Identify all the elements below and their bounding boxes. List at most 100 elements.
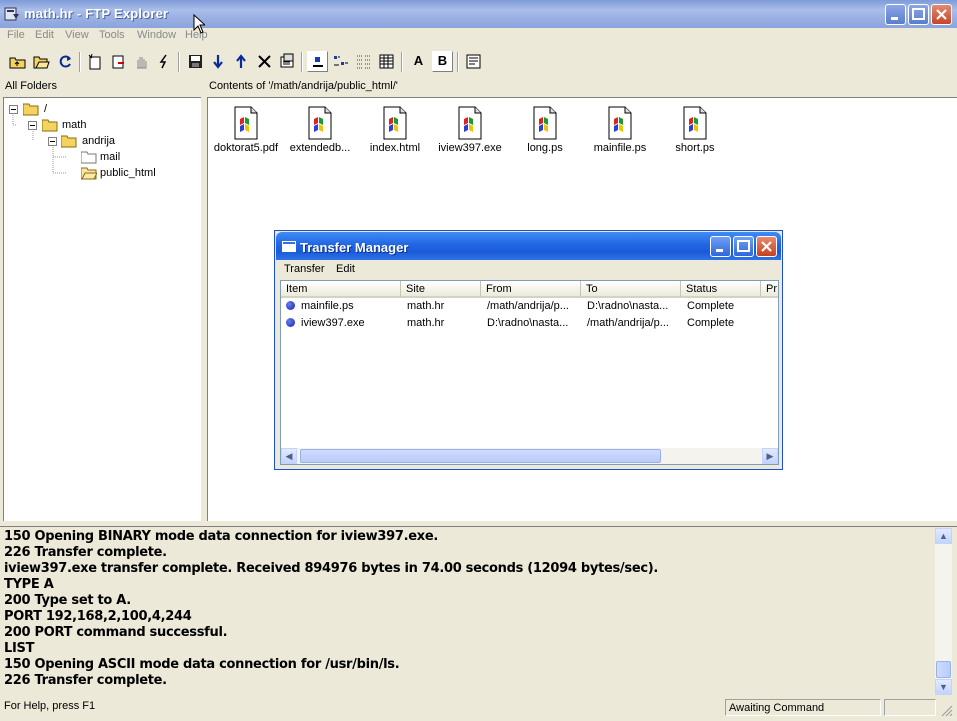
new-folder-icon bbox=[88, 53, 101, 70]
transfer-item: mainfile.ps bbox=[301, 300, 354, 312]
file-icon bbox=[683, 106, 707, 140]
column-header-item[interactable]: Item bbox=[281, 281, 401, 298]
menu-view[interactable]: View bbox=[65, 29, 89, 41]
app-icon bbox=[4, 7, 19, 21]
transfer-item: iview397.exe bbox=[301, 317, 365, 329]
tree-item-andrija[interactable]: andrija bbox=[82, 135, 115, 147]
scroll-left-button[interactable]: ◀ bbox=[281, 448, 297, 464]
tree-collapse-andrija[interactable] bbox=[48, 137, 57, 146]
connect-button[interactable] bbox=[154, 51, 175, 72]
tm-menu-transfer[interactable]: Transfer bbox=[284, 263, 325, 275]
up-folder-button[interactable] bbox=[7, 51, 28, 72]
tree-collapse-root[interactable] bbox=[9, 105, 18, 114]
transfer-list[interactable]: Item Site From To Status Pr mainfile.ps … bbox=[280, 280, 779, 465]
resize-grip-icon[interactable] bbox=[940, 704, 953, 717]
log-line: 226 Transfer complete. bbox=[4, 673, 167, 688]
file-icon bbox=[234, 106, 258, 140]
upload-button[interactable] bbox=[231, 51, 252, 72]
column-header-progress[interactable]: Pr bbox=[761, 281, 778, 298]
download-icon bbox=[213, 55, 223, 69]
file-item[interactable]: iview397.exe bbox=[432, 106, 508, 154]
menu-window[interactable]: Window bbox=[137, 29, 176, 41]
close-button[interactable] bbox=[931, 4, 952, 25]
table-row[interactable]: mainfile.ps math.hr /math/andrija/p... D… bbox=[281, 298, 778, 315]
tree-collapse-math[interactable] bbox=[28, 121, 37, 130]
hand-button[interactable] bbox=[131, 51, 152, 72]
column-header-to[interactable]: To bbox=[581, 281, 681, 298]
toolbar-separator bbox=[79, 52, 81, 72]
tm-close-button[interactable] bbox=[756, 236, 777, 257]
vertical-scrollbar[interactable]: ▲ ▼ bbox=[935, 528, 952, 695]
file-item[interactable]: mainfile.ps bbox=[582, 106, 658, 154]
menu-tools[interactable]: Tools bbox=[99, 29, 125, 41]
scrollbar-thumb[interactable] bbox=[936, 661, 951, 678]
column-header-site[interactable]: Site bbox=[401, 281, 481, 298]
scrollbar-thumb[interactable] bbox=[300, 449, 661, 463]
tm-maximize-button[interactable] bbox=[733, 236, 754, 257]
file-item[interactable]: doktorat5.pdf bbox=[208, 106, 284, 154]
log-line: 200 Type set to A. bbox=[4, 593, 131, 608]
contents-header: Contents of '/math/andrija/public_html/' bbox=[209, 80, 398, 92]
large-icons-view-button[interactable] bbox=[307, 51, 328, 72]
maximize-icon bbox=[912, 8, 925, 20]
column-header-from[interactable]: From bbox=[481, 281, 581, 298]
details-view-icon bbox=[379, 54, 394, 69]
complete-status-icon bbox=[286, 301, 295, 310]
menu-edit[interactable]: Edit bbox=[35, 29, 54, 41]
list-view-button[interactable] bbox=[353, 51, 374, 72]
title-bar[interactable]: math.hr - FTP Explorer bbox=[0, 0, 957, 28]
delete-button[interactable] bbox=[254, 51, 275, 72]
details-view-button[interactable] bbox=[376, 51, 397, 72]
column-header-status[interactable]: Status bbox=[681, 281, 761, 298]
file-item[interactable]: index.html bbox=[357, 106, 433, 154]
file-item[interactable]: long.ps bbox=[507, 106, 583, 154]
open-folder-button[interactable] bbox=[31, 51, 52, 72]
log-line: 150 Opening BINARY mode data connection … bbox=[4, 529, 438, 544]
refresh-button[interactable] bbox=[55, 51, 76, 72]
binary-mode-button[interactable]: B bbox=[432, 51, 453, 72]
transfer-status: Complete bbox=[687, 300, 735, 312]
folder-open-icon bbox=[61, 135, 77, 148]
status-panel-empty bbox=[884, 699, 936, 716]
table-row[interactable]: iview397.exe math.hr D:\radno\nasta... /… bbox=[281, 315, 778, 332]
maximize-button[interactable] bbox=[908, 4, 929, 25]
save-button[interactable] bbox=[185, 51, 206, 72]
delete-file-button[interactable] bbox=[108, 51, 129, 72]
transfer-to: /math/andrija/p... bbox=[587, 317, 669, 329]
download-button[interactable] bbox=[208, 51, 229, 72]
menu-bar: File Edit View Tools Window Help bbox=[0, 28, 957, 46]
small-icons-view-button[interactable] bbox=[330, 51, 351, 72]
transfer-status: Complete bbox=[687, 317, 735, 329]
transfer-manager-title-bar[interactable]: Transfer Manager bbox=[276, 232, 781, 260]
tm-minimize-button[interactable] bbox=[710, 236, 731, 257]
scroll-right-button[interactable]: ▶ bbox=[762, 448, 778, 464]
file-icon bbox=[308, 106, 332, 140]
list-view-icon bbox=[357, 55, 370, 69]
tm-menu-edit[interactable]: Edit bbox=[336, 263, 355, 275]
tree-item-mail[interactable]: mail bbox=[100, 151, 120, 163]
tree-item-root[interactable]: / bbox=[44, 103, 47, 115]
tree-item-public-html[interactable]: public_html bbox=[100, 167, 156, 179]
refresh-icon bbox=[59, 55, 71, 68]
transfer-manager-window[interactable]: Transfer Manager Transfer Edit Item Site… bbox=[274, 230, 783, 470]
minimize-icon bbox=[716, 249, 723, 252]
scroll-up-button[interactable]: ▲ bbox=[935, 528, 952, 544]
file-item[interactable]: short.ps bbox=[657, 106, 733, 154]
scroll-down-button[interactable]: ▼ bbox=[935, 679, 952, 695]
tree-item-math[interactable]: math bbox=[62, 119, 86, 131]
properties-button[interactable] bbox=[277, 51, 298, 72]
log-window-icon bbox=[466, 54, 481, 69]
transfer-manager-menu-bar: Transfer Edit bbox=[276, 261, 781, 279]
new-folder-button[interactable] bbox=[85, 51, 106, 72]
horizontal-scrollbar[interactable]: ◀ ▶ bbox=[281, 448, 778, 464]
file-icon bbox=[458, 106, 482, 140]
ascii-mode-button[interactable]: A bbox=[408, 51, 429, 72]
folder-open-icon bbox=[42, 119, 58, 132]
file-label: mainfile.ps bbox=[593, 142, 647, 154]
log-window-button[interactable] bbox=[463, 51, 484, 72]
menu-file[interactable]: File bbox=[7, 29, 25, 41]
minimize-button[interactable] bbox=[885, 4, 906, 25]
folder-tree[interactable]: / math andrija mail public_html bbox=[3, 97, 201, 521]
log-pane[interactable]: 150 Opening BINARY mode data connection … bbox=[0, 526, 957, 696]
file-item[interactable]: extendedb... bbox=[282, 106, 358, 154]
